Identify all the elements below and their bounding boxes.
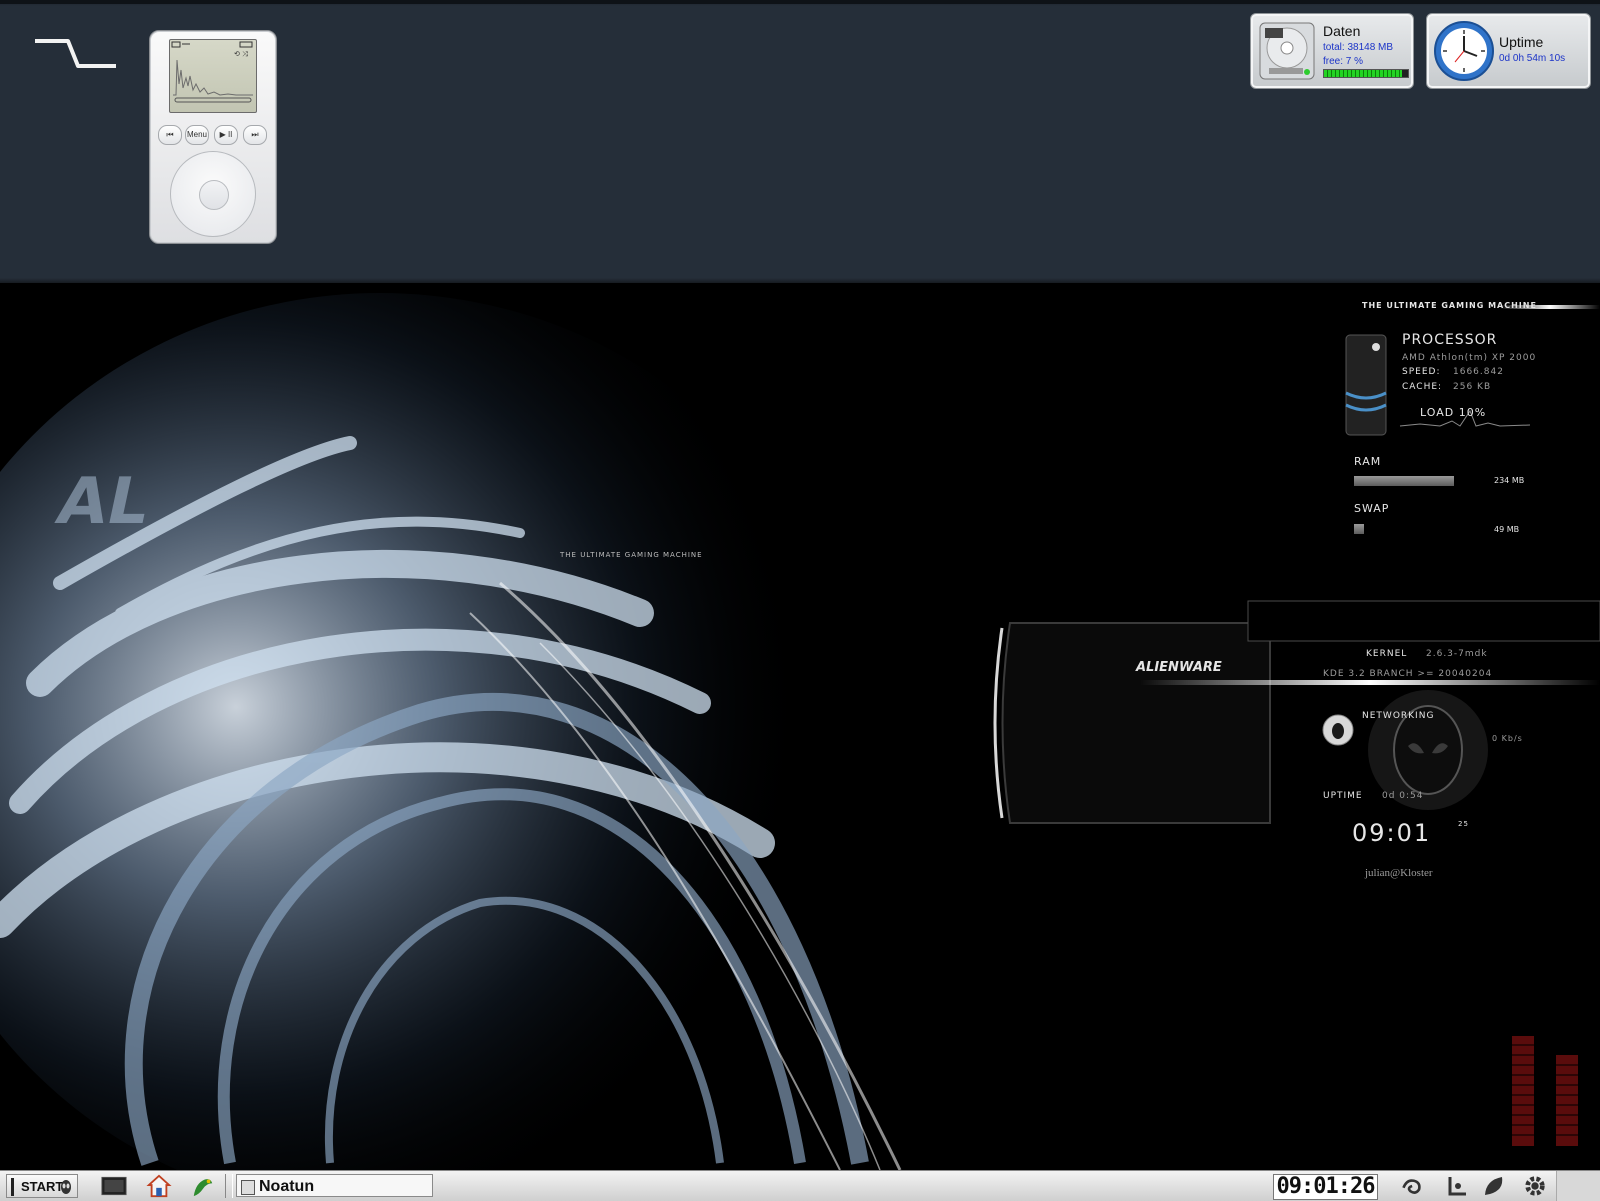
ram-label: RAM (1354, 455, 1382, 468)
processor-title: PROCESSOR (1402, 332, 1498, 348)
arrow-tray-icon[interactable] (1444, 1174, 1470, 1198)
disk-total-label: total: 38148 MB (1323, 42, 1394, 53)
start-button[interactable]: START (6, 1174, 78, 1198)
gear-icon[interactable] (1522, 1174, 1548, 1198)
noatun-app-icon (241, 1180, 255, 1195)
kde-version: KDE 3.2 BRANCH >= 20040204 (1323, 669, 1493, 679)
uptime-applet-title: Uptime (1499, 34, 1544, 50)
cpu-speed-label: SPEED: (1402, 367, 1441, 377)
tagline-mid: THE ULTIMATE GAMING MACHINE (560, 551, 703, 559)
ram-bar (1354, 476, 1482, 486)
taskbar-separator (225, 1174, 233, 1198)
disk-usage-applet[interactable]: Daten total: 38148 MB free: 7 % (1250, 13, 1414, 89)
ipod-click-wheel[interactable] (170, 151, 256, 237)
disk-usage-bar (1323, 69, 1409, 78)
uptime-label: UPTIME (1323, 791, 1363, 801)
swap-bar (1354, 524, 1482, 534)
terminal-icon[interactable] (101, 1174, 127, 1198)
network-globe-icon (1322, 714, 1354, 746)
ipod-player-applet[interactable]: ⟲ ⤨ ⏮ Menu ▶ II ⏭ (149, 30, 277, 244)
theme-clock-seconds: 25 (1458, 820, 1469, 828)
panel-edge (0, 0, 1600, 4)
swirl-tray-icon[interactable] (1400, 1174, 1426, 1198)
leaf-tray-icon[interactable] (1482, 1174, 1508, 1198)
disk-usage-fill (1324, 70, 1403, 77)
ipod-play-pause-button[interactable]: ▶ II (214, 125, 238, 145)
uptime-applet[interactable]: Uptime 0d 0h 54m 10s (1426, 13, 1591, 89)
cpu-speed-value: 1666.842 (1453, 367, 1504, 377)
taskbar-clock[interactable]: 09:01:26 (1273, 1174, 1378, 1200)
home-folder-icon[interactable] (146, 1174, 172, 1198)
swap-value: 49 MB (1494, 525, 1520, 534)
swap-label: SWAP (1354, 502, 1390, 515)
ipod-prev-button[interactable]: ⏮ (158, 125, 182, 145)
ipod-center-button[interactable] (199, 180, 229, 210)
uptime-applet-value: 0d 0h 54m 10s (1499, 53, 1566, 64)
uptime-value: 0d 0:54 (1382, 791, 1424, 801)
start-button-label: START (21, 1179, 64, 1194)
user-host: julian@Kloster (1365, 867, 1433, 879)
ipod-screen: ⟲ ⤨ (169, 39, 257, 113)
taskbar-task-noatun[interactable]: Noatun (236, 1174, 433, 1197)
task-noatun-label: Noatun (259, 1178, 315, 1195)
start-button-bar (11, 1178, 14, 1196)
theme-clock-time: 09:01 (1352, 819, 1432, 847)
squiggle-logo-icon (35, 39, 116, 68)
svg-text:AL: AL (51, 465, 157, 539)
alienware-swirl-artwork: AL (0, 293, 1600, 1170)
kernel-value: 2.6.3-7mdk (1426, 649, 1488, 659)
alien-head-icon (61, 1180, 71, 1194)
swap-bar-fill (1354, 524, 1365, 534)
top-desktop-panel: ⟲ ⤨ ⏮ Menu ▶ II ⏭ Daten total: 38148 MB … (0, 0, 1600, 283)
desktop-wallpaper: AL THE ULTIMATE GAMING MACHINE THE ULTIM… (0, 283, 1600, 1170)
ipod-menu-button[interactable]: Menu (185, 125, 209, 145)
network-speed: 0 Kb/s (1492, 734, 1523, 743)
tagline-top: THE ULTIMATE GAMING MACHINE (1362, 301, 1537, 310)
svg-text:⟲ ⤨: ⟲ ⤨ (234, 50, 248, 58)
konqueror-icon[interactable] (190, 1174, 216, 1198)
cpu-load: LOAD 10% (1420, 406, 1487, 419)
kernel-label: KERNEL (1366, 649, 1408, 659)
ipod-visualizer: ⟲ ⤨ (171, 41, 253, 103)
cpu-cache-value: 256 KB (1453, 382, 1492, 392)
cpu-model: AMD Athlon(tm) XP 2000 (1402, 353, 1537, 363)
alienware-brand: ALIENWARE (1136, 660, 1222, 675)
disk-free-label: free: 7 % (1323, 56, 1364, 67)
networking-label: NETWORKING (1362, 711, 1435, 721)
cpu-cache-label: CACHE: (1402, 382, 1443, 392)
hard-drive-icon (1259, 22, 1315, 80)
ipod-next-button[interactable]: ⏭ (243, 125, 267, 145)
disk-applet-title: Daten (1323, 23, 1361, 39)
taskbar-end-cap (1556, 1171, 1600, 1201)
clock-icon (1434, 21, 1494, 81)
ram-value: 234 MB (1494, 476, 1525, 485)
kde-taskbar: START Noatun 09:01:26 (0, 1170, 1600, 1201)
ram-bar-fill (1354, 476, 1454, 486)
